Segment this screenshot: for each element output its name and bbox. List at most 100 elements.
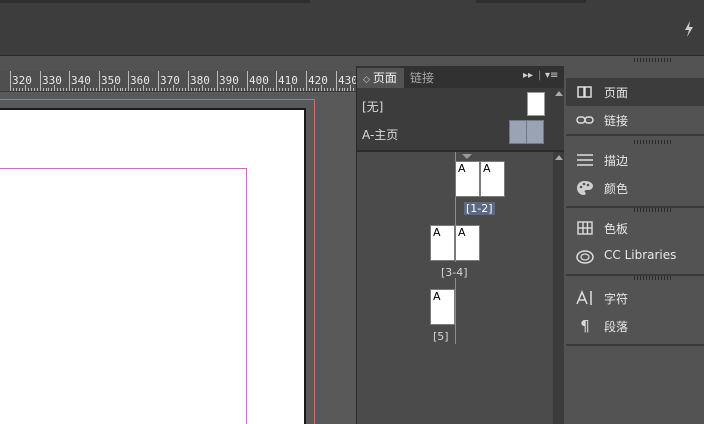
dock-grip[interactable] [634,208,672,212]
panel-menu-icon[interactable]: ▾≡ [545,70,558,81]
master-a-thumbnail-left[interactable] [509,120,527,144]
ruler-minor-tick [90,88,91,91]
dock-item-cc-libraries[interactable]: CC Libraries [566,242,704,270]
page-thumbnail-1[interactable]: A [455,161,480,197]
cc-libraries-icon [576,247,594,265]
ruler-minor-tick [226,88,227,91]
scroll-up-icon[interactable] [555,155,563,160]
page-thumbnail-5[interactable]: A [430,289,455,325]
ruler-minor-tick [37,88,38,91]
ruler-minor-tick [87,88,88,91]
ruler-minor-tick [140,88,141,91]
ruler-minor-tick [214,88,215,91]
spread-label[interactable]: [3-4] [441,266,468,279]
ruler-minor-tick [13,88,14,91]
dock-grip[interactable] [634,140,672,144]
spread-spine [455,278,456,344]
tab-label: 页面 [372,71,397,85]
control-bar [0,0,704,56]
dock-item-swatches[interactable]: 色板 [566,214,704,242]
ruler-minor-tick [146,88,147,91]
ruler-minor-tick [259,88,260,91]
ruler-minor-tick [205,88,206,91]
dock-item-paragraph[interactable]: ¶ 段落 [566,312,704,340]
ruler-minor-tick [250,88,251,91]
tab-links[interactable]: 链接 [404,68,442,88]
ruler-label: 360 [130,74,150,87]
ruler-label: 320 [12,74,32,87]
page-master-letter: A [458,162,466,175]
master-none-label[interactable]: [无] [362,98,383,115]
ruler-minor-tick [330,88,331,91]
ruler-minor-tick [143,85,144,91]
dock-item-label: 描边 [604,154,629,168]
horizontal-ruler[interactable]: 320 330 340 350 360 370 380 390 400 410 420 430 [0,71,356,92]
dock-grip[interactable] [634,58,672,62]
expand-panel-icon[interactable]: ▸▸ [523,70,533,81]
ruler-minor-tick [211,88,212,91]
ruler-minor-tick [333,88,334,91]
pages-icon [576,83,594,101]
ruler-minor-tick [300,88,301,91]
ruler-minor-tick [122,88,123,91]
master-a-label[interactable]: A-主页 [362,126,398,143]
ruler-minor-tick [22,88,23,91]
ruler-minor-tick [167,88,168,91]
dock-item-color[interactable]: 颜色 [566,174,704,202]
ruler-minor-tick [182,88,183,91]
spread-label[interactable]: [5] [433,330,449,343]
ruler-minor-tick [96,88,97,91]
lightning-icon[interactable] [682,20,698,40]
ruler-major-tick [247,71,248,91]
ruler-minor-tick [315,88,316,91]
toolbar-divider [0,0,310,3]
ruler-label: 400 [249,74,269,87]
page-master-letter: A [458,226,466,239]
ruler-minor-tick [81,88,82,91]
ruler-minor-tick [125,88,126,91]
page-master-letter: A [433,226,441,239]
ruler-minor-tick [75,88,76,91]
dock-item-stroke[interactable]: 描边 [566,146,704,174]
dock-item-label: 链接 [604,114,629,128]
ruler-minor-tick [120,88,121,91]
dock-item-label: CC Libraries [604,248,677,262]
ruler-label: 420 [308,74,328,87]
dock-item-links[interactable]: 链接 [566,106,704,134]
dock-item-pages[interactable]: 页面 [566,78,704,106]
ruler-minor-tick [66,88,67,91]
dock-item-character[interactable]: 字符 [566,284,704,312]
ruler-minor-tick [282,88,283,91]
ruler-minor-tick [303,88,304,91]
ruler-minor-tick [194,88,195,91]
dock-item-label: 字符 [604,292,629,306]
ruler-label: 380 [190,74,210,87]
page-thumbnail-3[interactable]: A [430,225,455,261]
dock-grip[interactable] [634,276,672,280]
master-a-thumbnail-right[interactable] [526,120,544,144]
master-none-thumbnail[interactable] [527,92,545,116]
page-thumbnail-4[interactable]: A [455,225,480,261]
tab-pages[interactable]: ◇ 页面 [357,68,404,88]
bleed-guide [0,99,315,100]
bleed-guide [314,99,315,424]
page-thumbnail-2[interactable]: A [480,161,505,197]
document-page[interactable] [0,108,306,424]
dock-group: 字符 ¶ 段落 [566,282,704,346]
ruler-minor-tick [60,88,61,91]
ruler-label: 410 [278,74,298,87]
page-master-letter: A [433,290,441,303]
ruler-minor-tick [199,88,200,91]
character-icon [576,289,594,307]
spread-label[interactable]: [1-2] [464,202,495,215]
ruler-minor-tick [253,88,254,91]
ruler-major-tick [276,71,277,91]
scroll-up-icon[interactable] [555,91,563,96]
ruler-minor-tick [102,88,103,91]
ruler-minor-tick [344,88,345,91]
ruler-major-tick [69,71,70,91]
dock-group: 描边 颜色 [566,146,704,208]
ruler-minor-tick [353,88,354,91]
ruler-minor-tick [196,88,197,91]
document-pages-section: A A [1-2] A A [3-4] A [5] [357,152,553,424]
